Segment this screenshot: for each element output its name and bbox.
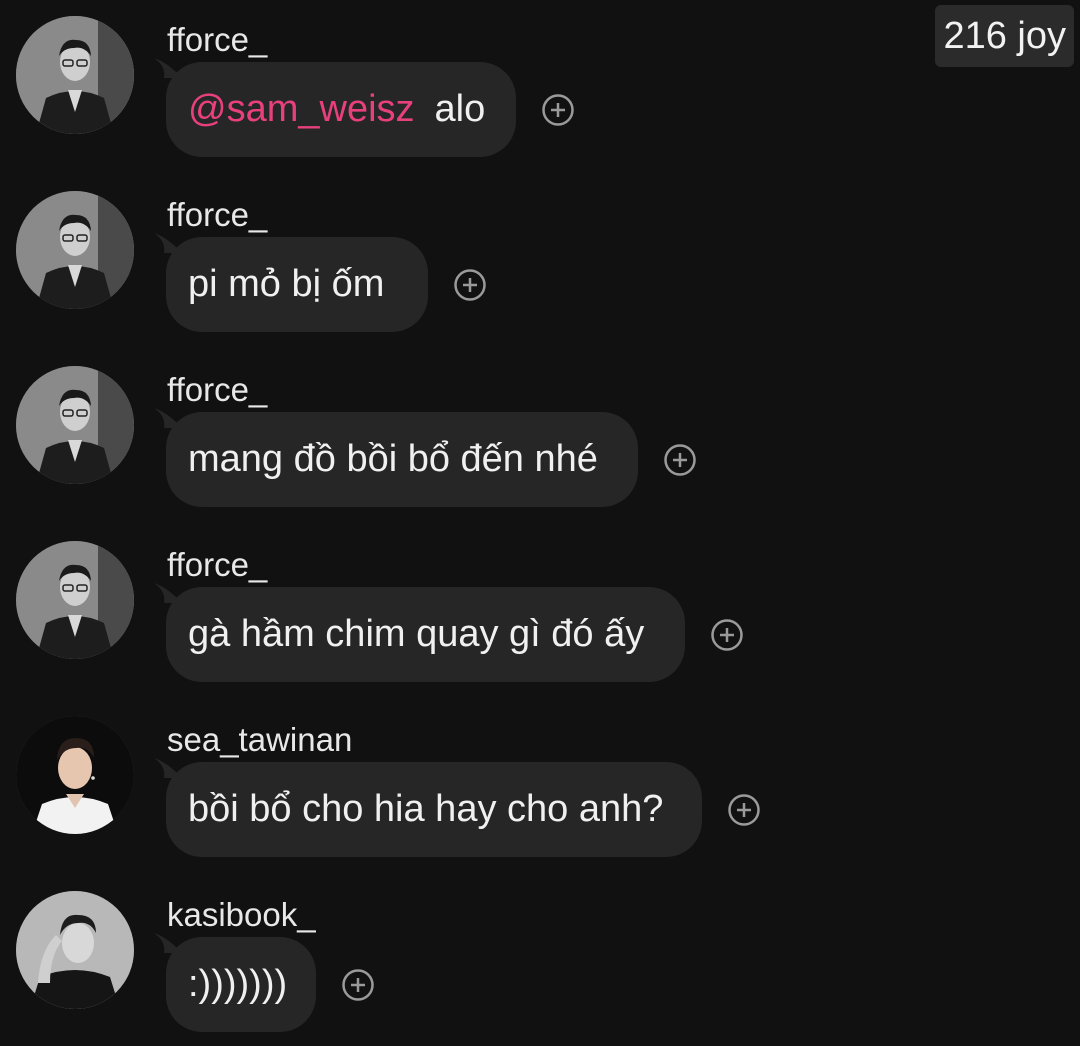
message-bubble[interactable]: @sam_weisz alo	[154, 58, 516, 157]
avatar[interactable]	[16, 16, 134, 134]
bubble-tail	[154, 58, 178, 78]
avatar[interactable]	[16, 366, 134, 484]
message-bubble[interactable]: mang đồ bồi bổ đến nhé	[154, 408, 638, 507]
message-bubble[interactable]: :)))))))	[154, 933, 316, 1032]
avatar[interactable]	[16, 541, 134, 659]
username[interactable]: fforce_	[167, 195, 267, 235]
message-bubble[interactable]: gà hầm chim quay gì đó ấy	[154, 583, 685, 682]
avatar-image	[16, 541, 134, 659]
message-row: fforce_ gà hầm chim quay gì đó ấy	[0, 525, 1080, 700]
message-text: pi mỏ bị ốm	[188, 263, 385, 305]
message-text: gà hầm chim quay gì đó ấy	[188, 613, 645, 655]
plus-circle-icon[interactable]	[664, 444, 696, 476]
message-row: fforce_ mang đồ bồi bổ đến nhé	[0, 350, 1080, 525]
message-text: alo	[434, 88, 486, 130]
avatar[interactable]	[16, 716, 134, 834]
message-text: :)))))))	[188, 963, 288, 1005]
avatar[interactable]	[16, 191, 134, 309]
username[interactable]: fforce_	[167, 20, 267, 60]
plus-circle-icon[interactable]	[454, 269, 486, 301]
message-row: fforce_ @sam_weisz alo	[0, 0, 1080, 175]
message-row: kasibook_ :)))))))	[0, 875, 1080, 1046]
mention-link[interactable]: @sam_weisz	[188, 88, 415, 131]
plus-circle-icon[interactable]	[728, 794, 760, 826]
bubble-tail	[154, 933, 178, 953]
message-text: mang đồ bồi bổ đến nhé	[188, 438, 598, 480]
message-row: sea_tawinan bồi bổ cho hia hay cho anh?	[0, 700, 1080, 875]
avatar-image	[16, 716, 134, 834]
avatar-image	[16, 191, 134, 309]
username[interactable]: kasibook_	[167, 895, 316, 935]
bubble-tail	[154, 583, 178, 603]
message-text: bồi bổ cho hia hay cho anh?	[188, 788, 664, 830]
plus-circle-icon[interactable]	[342, 969, 374, 1001]
bubble-tail	[154, 758, 178, 778]
chat-thread: 216 joy fforce_ @sam_weisz alo fforce_ p…	[0, 0, 1080, 1046]
avatar-image	[16, 891, 134, 1009]
avatar-image	[16, 16, 134, 134]
message-bubble[interactable]: pi mỏ bị ốm	[154, 233, 428, 332]
message-row: fforce_ pi mỏ bị ốm	[0, 175, 1080, 350]
message-bubble[interactable]: bồi bổ cho hia hay cho anh?	[154, 758, 702, 857]
username[interactable]: sea_tawinan	[167, 720, 352, 760]
username[interactable]: fforce_	[167, 545, 267, 585]
bubble-tail	[154, 408, 178, 428]
avatar-image	[16, 366, 134, 484]
username[interactable]: fforce_	[167, 370, 267, 410]
bubble-tail	[154, 233, 178, 253]
plus-circle-icon[interactable]	[711, 619, 743, 651]
avatar[interactable]	[16, 891, 134, 1009]
plus-circle-icon[interactable]	[542, 94, 574, 126]
